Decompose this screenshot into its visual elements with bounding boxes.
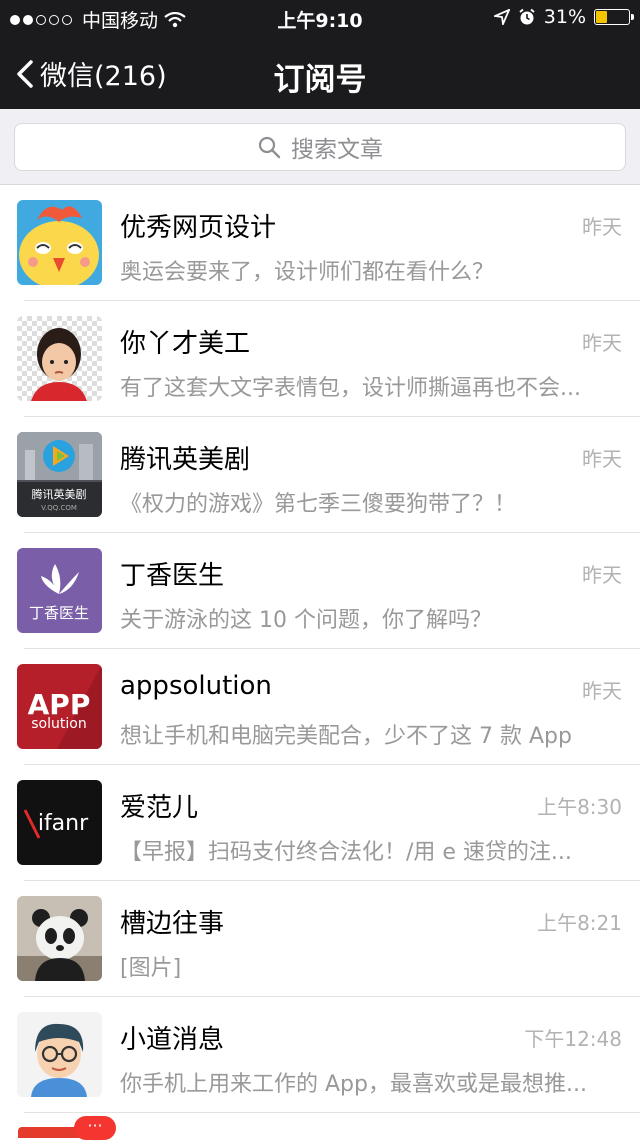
avatar: APP solution bbox=[17, 664, 102, 749]
item-preview: 想让手机和电脑完美配合，少不了这 7 款 App bbox=[120, 724, 572, 749]
battery-percent: 31% bbox=[543, 6, 586, 28]
tencent-logo-sub: V.QQ.COM bbox=[41, 504, 77, 512]
item-name: 你丫才美工 bbox=[120, 329, 251, 359]
item-name: 爱范儿 bbox=[120, 793, 199, 823]
item-time: 下午12:48 bbox=[524, 1027, 622, 1051]
item-time: 昨天 bbox=[582, 563, 622, 587]
item-name: 槽边往事 bbox=[120, 909, 225, 939]
item-preview: 《权力的游戏》第七季三傻要狗带了？！ bbox=[120, 492, 517, 517]
nav-bar: 微信(216) 订阅号 bbox=[0, 34, 640, 109]
floating-tab[interactable] bbox=[18, 1127, 80, 1138]
location-icon bbox=[493, 9, 510, 25]
avatar bbox=[17, 1012, 102, 1097]
dingxiang-logo-text: 丁香医生 bbox=[29, 604, 89, 622]
page-title: 订阅号 bbox=[273, 62, 367, 98]
item-name: appsolution bbox=[120, 671, 272, 701]
list-item[interactable]: 丁香医生 丁香医生 昨天 关于游泳的这 10 个问题，你了解吗？ bbox=[0, 533, 640, 649]
divider bbox=[24, 1112, 640, 1113]
list-item[interactable]: 槽边往事 上午8:21 [图片] bbox=[0, 881, 640, 997]
subscription-list: 优秀网页设计 昨天 奥运会要来了，设计师们都在看什么？ 你丫才美工 昨天 有了这… bbox=[0, 185, 640, 1113]
item-time: 上午8:21 bbox=[537, 911, 622, 935]
search-icon bbox=[258, 136, 281, 159]
item-preview: [图片] bbox=[120, 956, 182, 981]
item-time: 上午8:30 bbox=[537, 795, 622, 819]
alarm-icon bbox=[519, 8, 535, 25]
avatar bbox=[17, 896, 102, 981]
more-badge[interactable]: ··· bbox=[74, 1116, 116, 1140]
item-name: 腾讯英美剧 bbox=[120, 445, 251, 475]
avatar: 腾讯英美剧 V.QQ.COM bbox=[17, 432, 102, 517]
item-name: 小道消息 bbox=[120, 1025, 225, 1055]
item-time: 昨天 bbox=[582, 679, 622, 703]
item-preview: 【早报】扫码支付终合法化！/用 e 速贷的注... bbox=[120, 840, 572, 865]
avatar bbox=[17, 316, 102, 401]
item-preview: 有了这套大文字表情包，设计师撕逼再也不会... bbox=[120, 376, 581, 401]
list-item[interactable]: APP solution appsolution 昨天 想让手机和电脑完美配合，… bbox=[0, 649, 640, 765]
item-preview: 你手机上用来工作的 App，最喜欢或是最想推... bbox=[120, 1072, 587, 1097]
app-logo-sub: solution bbox=[31, 716, 86, 732]
avatar: 丁香医生 bbox=[17, 548, 102, 633]
avatar: ifanr bbox=[17, 780, 102, 865]
list-item[interactable]: 优秀网页设计 昨天 奥运会要来了，设计师们都在看什么？ bbox=[0, 185, 640, 301]
list-item[interactable]: 小道消息 下午12:48 你手机上用来工作的 App，最喜欢或是最想推... bbox=[0, 997, 640, 1113]
status-bar: 中国移动 上午9:10 31% bbox=[0, 0, 640, 34]
item-preview: 奥运会要来了，设计师们都在看什么？ bbox=[120, 260, 495, 285]
item-name: 丁香医生 bbox=[120, 561, 225, 591]
item-name: 优秀网页设计 bbox=[120, 213, 277, 243]
item-time: 昨天 bbox=[582, 215, 622, 239]
list-item[interactable]: ifanr 爱范儿 上午8:30 【早报】扫码支付终合法化！/用 e 速贷的注.… bbox=[0, 765, 640, 881]
item-time: 昨天 bbox=[582, 447, 622, 471]
list-item[interactable]: 你丫才美工 昨天 有了这套大文字表情包，设计师撕逼再也不会... bbox=[0, 301, 640, 417]
search-input[interactable]: 搜索文章 bbox=[14, 123, 626, 171]
ifanr-logo-text: ifanr bbox=[38, 811, 89, 836]
search-placeholder: 搜索文章 bbox=[291, 137, 383, 163]
search-area: 搜索文章 bbox=[0, 109, 640, 185]
tencent-logo-text: 腾讯英美剧 bbox=[32, 487, 87, 501]
battery-icon bbox=[594, 9, 634, 25]
list-item[interactable]: 腾讯英美剧 V.QQ.COM 腾讯英美剧 昨天 《权力的游戏》第七季三傻要狗带了… bbox=[0, 417, 640, 533]
item-preview: 关于游泳的这 10 个问题，你了解吗？ bbox=[120, 608, 492, 633]
item-time: 昨天 bbox=[582, 331, 622, 355]
avatar bbox=[17, 200, 102, 285]
battery-fill bbox=[596, 11, 607, 23]
